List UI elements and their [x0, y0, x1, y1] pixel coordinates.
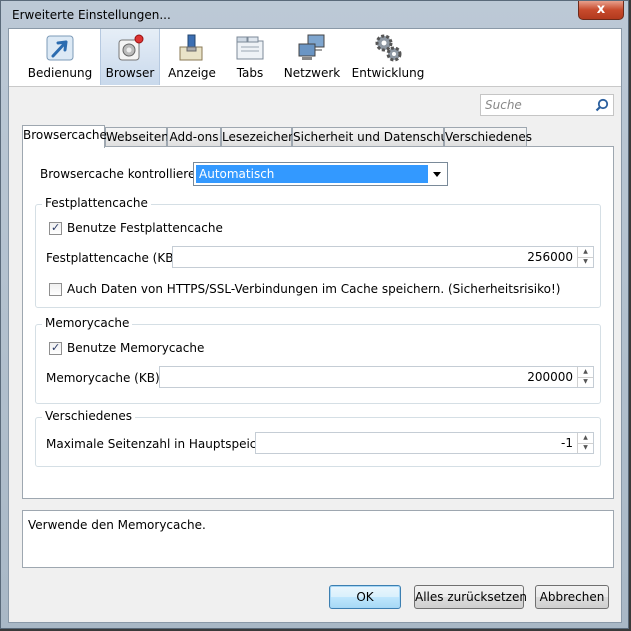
memory-cache-spinner[interactable]: ▲ ▼ [577, 367, 593, 387]
toolbar-label: Netzwerk [283, 66, 341, 80]
tabs-icon [236, 36, 264, 60]
toolbar-label: Browser [105, 66, 155, 80]
dialog-client: Bedienung Browser Anzeige Tabs Netzwerk … [8, 28, 622, 623]
cache-control-select[interactable]: Automatisch [193, 162, 448, 186]
max-pages-field[interactable]: -1 ▲ ▼ [255, 432, 594, 454]
tab-webseiten[interactable]: Webseiten [105, 127, 169, 147]
gears-icon [375, 34, 402, 62]
tab-verschiedenes[interactable]: Verschiedenes [444, 127, 532, 147]
toolbar-item-bedienung[interactable]: Bedienung [27, 29, 93, 85]
tab-lesezeichen[interactable]: Lesezeichen [221, 127, 296, 147]
cache-control-value: Automatisch [196, 165, 428, 183]
tab-sicherheit[interactable]: Sicherheit und Datenschutz [292, 127, 459, 147]
misc-legend: Verschiedenes [42, 409, 136, 423]
tab-browsercache[interactable]: Browsercache [22, 125, 107, 148]
use-disk-cache-checkbox[interactable]: ✓ [49, 221, 62, 235]
memory-cache-size-field[interactable]: 200000 ▲ ▼ [159, 366, 594, 388]
description-box: Verwende den Memorycache. [22, 510, 614, 568]
paintbrush-icon [179, 34, 203, 61]
use-memory-cache-label: Benutze Memorycache [67, 341, 205, 355]
category-toolbar: Bedienung Browser Anzeige Tabs Netzwerk … [9, 29, 621, 87]
use-disk-cache-label: Benutze Festplattencache [67, 221, 223, 235]
memory-cache-size-value: 200000 [527, 370, 573, 384]
toolbar-label: Bedienung [27, 66, 93, 80]
memory-cache-size-label: Memorycache (KB): [46, 371, 164, 385]
toolbar-item-entwicklung[interactable]: Entwicklung [350, 29, 426, 85]
disk-cache-legend: Festplattencache [42, 196, 151, 210]
toolbar-item-tabs[interactable]: Tabs [225, 29, 275, 85]
memory-cache-group [35, 324, 601, 404]
disk-cache-size-field[interactable]: 256000 ▲ ▼ [172, 246, 594, 268]
checkmark-icon: ✓ [51, 341, 61, 354]
spin-down-icon[interactable]: ▼ [578, 443, 593, 453]
toolbar-item-anzeige[interactable]: Anzeige [167, 29, 217, 85]
chevron-down-icon[interactable] [430, 166, 444, 182]
ssl-cache-label: Auch Daten von HTTPS/SSL-Verbindungen im… [67, 282, 561, 296]
search-input[interactable]: Suche [480, 94, 614, 116]
toolbar-label: Tabs [236, 66, 264, 80]
max-pages-spinner[interactable]: ▲ ▼ [577, 433, 593, 453]
disk-cache-size-label: Festplattencache (KB): [46, 251, 183, 265]
disk-cache-size-value: 256000 [527, 250, 573, 264]
memory-cache-legend: Memorycache [42, 316, 133, 330]
toolbar-item-browser[interactable]: Browser [100, 29, 160, 85]
toolbar-label: Anzeige [168, 66, 216, 80]
dialog-window: Erweiterte Einstellungen... x Bedienung … [0, 0, 629, 629]
max-pages-label: Maximale Seitenzahl in Hauptspeicher [46, 437, 277, 451]
checkmark-icon: ✓ [51, 221, 61, 234]
window-title: Erweiterte Einstellungen... [12, 8, 171, 22]
spin-down-icon[interactable]: ▼ [578, 257, 593, 267]
network-computers-icon [298, 34, 325, 60]
disk-cache-spinner[interactable]: ▲ ▼ [577, 247, 593, 267]
reset-button[interactable]: Alles zurücksetzen [414, 585, 527, 609]
ok-button[interactable]: OK [329, 585, 401, 609]
title-bar[interactable]: Erweiterte Einstellungen... x [1, 1, 628, 27]
close-button[interactable]: x [578, 1, 624, 20]
toolbar-label: Entwicklung [351, 66, 425, 80]
spin-down-icon[interactable]: ▼ [578, 377, 593, 387]
use-memory-cache-checkbox[interactable]: ✓ [49, 341, 62, 355]
cancel-button[interactable]: Abbrechen [535, 585, 609, 609]
cache-control-label: Browsercache kontrollieren [40, 167, 203, 181]
toolbar-item-netzwerk[interactable]: Netzwerk [281, 29, 343, 85]
cursor-arrow-icon [46, 35, 74, 61]
browser-gear-icon [118, 34, 144, 61]
browsercache-panel: Browsercache kontrollieren Automatisch F… [22, 146, 614, 499]
ssl-cache-checkbox[interactable] [49, 283, 62, 296]
search-icon[interactable] [595, 98, 609, 112]
close-icon: x [596, 2, 606, 17]
description-text: Verwende den Memorycache. [28, 518, 206, 532]
search-placeholder: Suche [485, 98, 522, 112]
tab-add-ons[interactable]: Add-ons [167, 127, 221, 147]
max-pages-value: -1 [561, 436, 573, 450]
